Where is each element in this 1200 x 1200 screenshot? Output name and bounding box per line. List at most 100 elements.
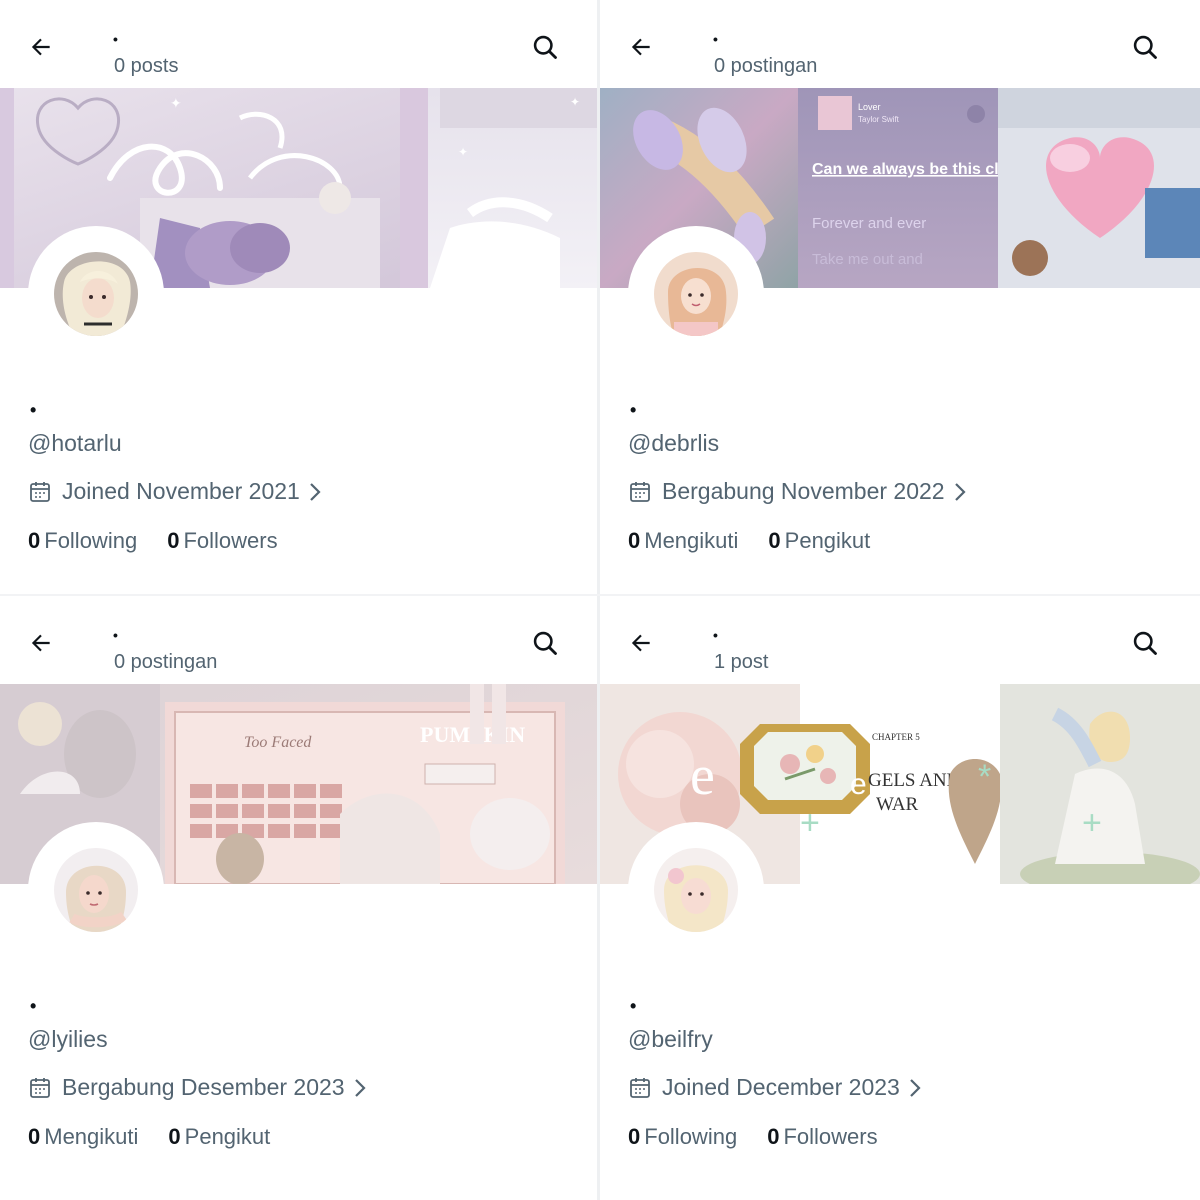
search-button[interactable] xyxy=(528,626,562,660)
svg-text:+: + xyxy=(1082,804,1102,842)
display-name: • xyxy=(30,996,37,1016)
display-name: • xyxy=(30,400,37,420)
top-bar: • 0 posts xyxy=(0,0,600,88)
avatar-ring xyxy=(628,822,764,958)
banner-song-artist: Taylor Swift xyxy=(858,115,900,124)
followers-label: Pengikut xyxy=(184,1124,271,1149)
following-stat[interactable]: 0 Following xyxy=(28,528,137,554)
banner-title: WAR xyxy=(876,794,919,815)
banner-lyric: Take me out and xyxy=(812,251,923,268)
username-handle: @debrlis xyxy=(628,430,720,456)
following-label: Following xyxy=(644,1124,738,1149)
following-label: Mengikuti xyxy=(44,1124,139,1149)
joined-label: Bergabung Desember 2023 xyxy=(62,1074,345,1100)
svg-text:e: e xyxy=(850,768,867,801)
svg-text:*: * xyxy=(978,758,991,796)
search-button[interactable] xyxy=(1128,30,1162,64)
avatar-ring xyxy=(628,226,764,362)
followers-stat[interactable]: 0 Pengikut xyxy=(168,1124,270,1150)
banner-song-title: Lover xyxy=(858,102,881,112)
search-icon xyxy=(533,35,557,59)
back-button[interactable] xyxy=(624,30,658,64)
top-bar: • 1 post xyxy=(600,596,1200,684)
avatar[interactable] xyxy=(654,252,738,336)
search-icon xyxy=(1133,631,1157,655)
svg-text:✦: ✦ xyxy=(570,95,580,109)
followers-label: Followers xyxy=(183,528,278,553)
arrow-left-icon xyxy=(631,38,650,56)
avatar[interactable] xyxy=(54,252,138,336)
profile-panel-3: • 0 postingan Too Faced PUMPKIN xyxy=(0,596,600,1192)
followers-count: 0 xyxy=(168,1124,181,1149)
chevron-right-icon xyxy=(310,482,321,501)
panel-divider xyxy=(597,0,600,1200)
calendar-icon xyxy=(630,481,650,502)
profile-name: • xyxy=(713,627,718,643)
arrow-left-icon xyxy=(31,634,50,652)
profile-panel-1: • 0 posts ✦ ✦ ✦ • @hotarlu Joined Novemb… xyxy=(0,0,600,596)
followers-stat[interactable]: 0 Followers xyxy=(767,1124,877,1150)
svg-text:✦: ✦ xyxy=(170,95,182,111)
follow-stats: 0 Following 0 Followers xyxy=(28,528,308,554)
username-handle: @hotarlu xyxy=(28,430,122,456)
chevron-right-icon xyxy=(954,482,966,501)
post-count: 1 post xyxy=(714,651,769,673)
calendar-icon xyxy=(30,481,50,502)
following-stat[interactable]: 0 Mengikuti xyxy=(628,528,738,554)
following-label: Following xyxy=(44,528,138,553)
joined-date[interactable]: Joined December 2023 xyxy=(628,1074,924,1101)
back-button[interactable] xyxy=(24,626,58,660)
post-count: 0 posts xyxy=(114,55,179,77)
chevron-right-icon xyxy=(910,1078,921,1097)
username-handle: @beilfry xyxy=(628,1026,713,1052)
svg-text:e: e xyxy=(690,745,715,807)
search-button[interactable] xyxy=(528,30,562,64)
following-count: 0 xyxy=(28,1124,41,1149)
followers-count: 0 xyxy=(767,1124,780,1149)
joined-date[interactable]: Joined November 2021 xyxy=(28,478,324,505)
followers-label: Pengikut xyxy=(784,528,871,553)
chevron-right-icon xyxy=(354,1078,366,1097)
arrow-left-icon xyxy=(31,38,50,56)
banner-brand: Too Faced xyxy=(244,734,312,751)
top-bar: • 0 postingan xyxy=(0,596,600,684)
avatar[interactable] xyxy=(54,848,138,932)
joined-date[interactable]: Bergabung November 2022 xyxy=(628,478,969,505)
profile-name: • xyxy=(113,627,118,643)
following-count: 0 xyxy=(628,528,641,553)
profile-name: • xyxy=(713,31,718,47)
following-count: 0 xyxy=(628,1124,641,1149)
svg-text:+: + xyxy=(800,804,820,842)
followers-stat[interactable]: 0 Followers xyxy=(167,528,277,554)
post-count: 0 postingan xyxy=(114,651,218,673)
banner-lyric: Forever and ever xyxy=(812,215,926,232)
calendar-icon xyxy=(630,1077,650,1098)
post-count: 0 postingan xyxy=(714,55,818,77)
svg-text:✦: ✦ xyxy=(458,145,468,159)
followers-label: Followers xyxy=(783,1124,878,1149)
back-button[interactable] xyxy=(624,626,658,660)
followers-stat[interactable]: 0 Pengikut xyxy=(768,528,870,554)
back-button[interactable] xyxy=(24,30,58,64)
joined-label: Bergabung November 2022 xyxy=(662,478,945,504)
following-stat[interactable]: 0 Mengikuti xyxy=(28,1124,138,1150)
profile-grid: • 0 posts ✦ ✦ ✦ • @hotarlu Joined Novemb… xyxy=(0,0,1200,1200)
panel-divider xyxy=(0,594,1200,596)
following-count: 0 xyxy=(28,528,41,553)
profile-panel-2: • 0 postingan Lover Taylor Swift Can we … xyxy=(600,0,1200,596)
joined-date[interactable]: Bergabung Desember 2023 xyxy=(28,1074,369,1101)
joined-label: Joined November 2021 xyxy=(62,478,300,504)
search-icon xyxy=(1133,35,1157,59)
avatar-ring xyxy=(28,226,164,362)
username-handle: @lyilies xyxy=(28,1026,108,1052)
display-name: • xyxy=(630,996,637,1016)
banner-chapter: CHAPTER 5 xyxy=(872,732,920,742)
avatar-ring xyxy=(28,822,164,958)
banner-title: GELS AND xyxy=(868,770,960,791)
following-stat[interactable]: 0 Following xyxy=(628,1124,737,1150)
avatar[interactable] xyxy=(654,848,738,932)
profile-name: • xyxy=(113,31,118,47)
following-label: Mengikuti xyxy=(644,528,739,553)
joined-label: Joined December 2023 xyxy=(662,1074,900,1100)
search-button[interactable] xyxy=(1128,626,1162,660)
